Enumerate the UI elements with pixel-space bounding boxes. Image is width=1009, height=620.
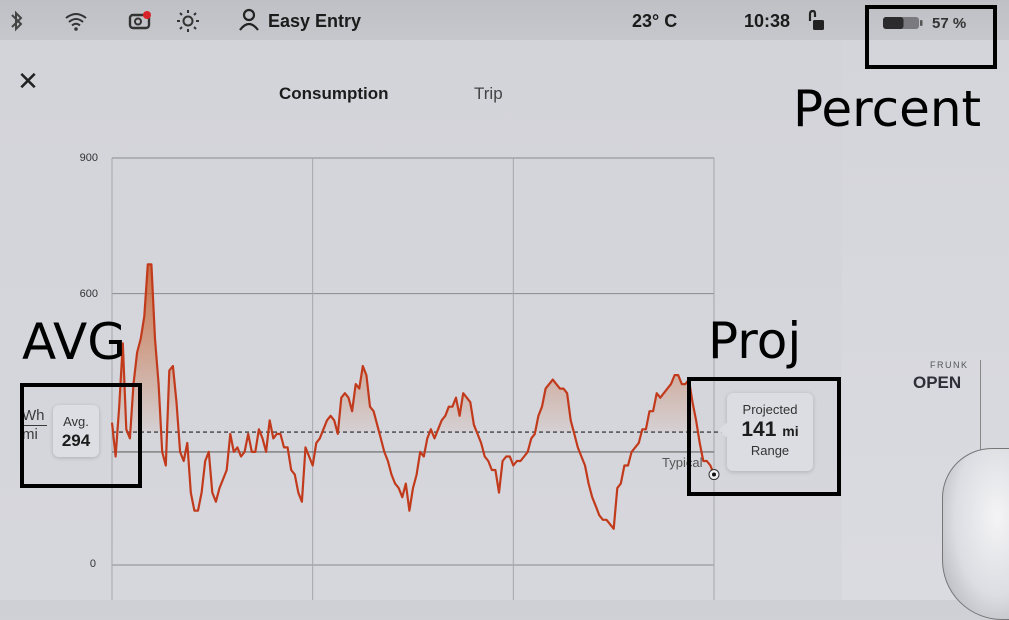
percent-annotation-label: Percent <box>793 80 982 138</box>
frunk-label: FRUNK <box>930 360 969 370</box>
percent-annotation-box <box>865 5 997 69</box>
proj-annotation-label: Proj <box>708 312 802 370</box>
avg-annotation-box <box>20 383 142 488</box>
frunk-open-button[interactable]: OPEN <box>913 373 961 393</box>
avg-annotation-label: AVG <box>22 313 126 371</box>
consumption-line <box>110 263 716 530</box>
car-image <box>942 448 1009 620</box>
proj-annotation-box <box>687 377 841 496</box>
consumption-area <box>112 264 714 432</box>
